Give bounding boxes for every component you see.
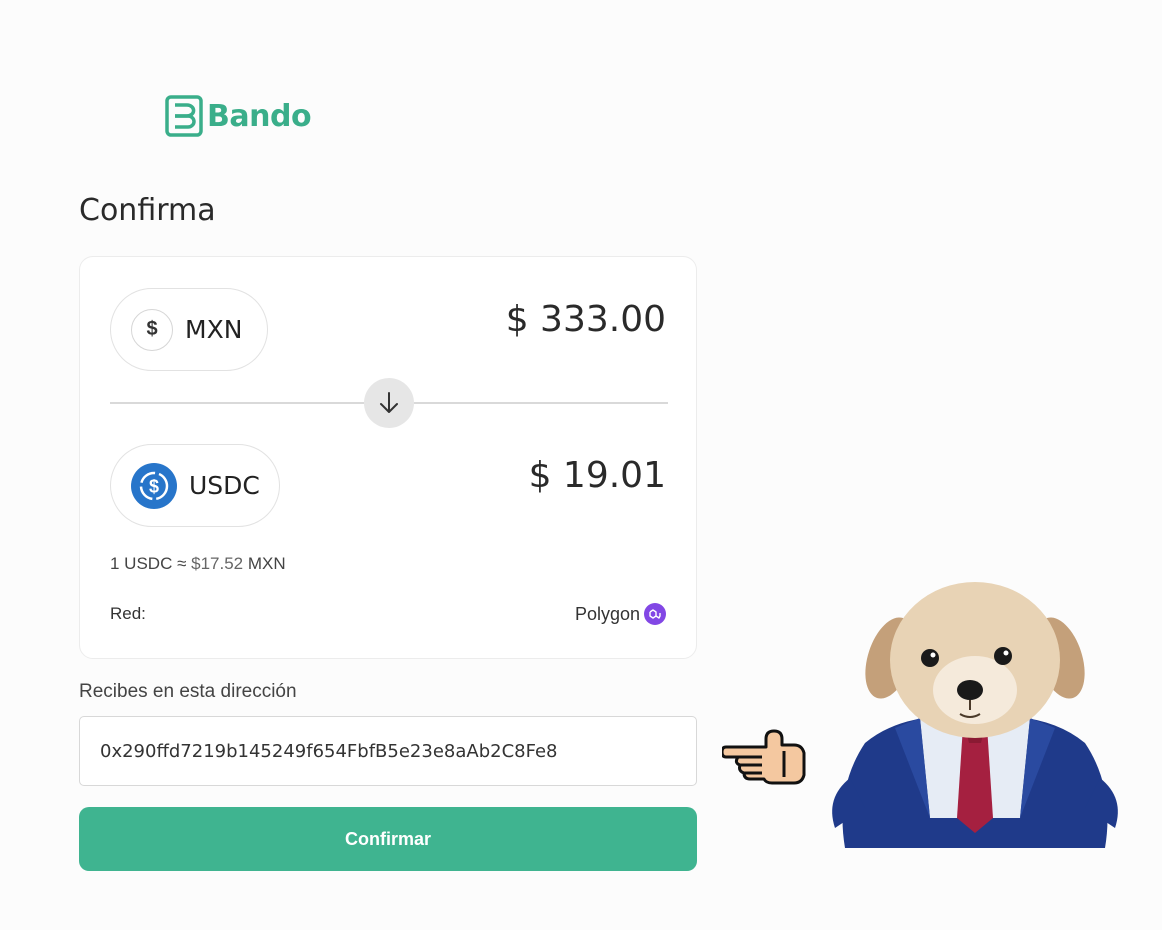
swap-button[interactable] [364, 378, 414, 428]
rate-prefix: 1 USDC ≈ [110, 554, 187, 573]
bando-logo[interactable]: Bando [165, 95, 312, 137]
rate-suffix: MXN [247, 554, 286, 573]
from-currency-code: MXN [185, 315, 243, 344]
network-label: Red: [110, 604, 146, 623]
network-value: Polygon [575, 603, 666, 625]
confirm-button[interactable]: Confirmar [79, 807, 697, 871]
exchange-rate: 1 USDC ≈ $17.52 MXN [110, 554, 286, 574]
dollar-icon: $ [131, 308, 173, 351]
dog-in-suit-image [832, 582, 1118, 848]
address-label: Recibes en esta dirección [79, 681, 297, 702]
to-amount: $ 19.01 [528, 455, 666, 496]
usdc-icon: $ [131, 462, 177, 509]
from-amount: $ 333.00 [505, 299, 666, 340]
polygon-icon [644, 603, 666, 625]
bando-logo-icon [165, 95, 203, 137]
from-currency-selector[interactable]: $ MXN [110, 288, 268, 371]
rate-value: $17.52 [191, 554, 244, 573]
svg-text:$: $ [149, 476, 159, 496]
arrow-down-icon [380, 392, 398, 413]
page: Bando Confirma $ MXN $ 333.00 $ USDC $ 1… [0, 0, 1162, 930]
to-currency-code: USDC [189, 471, 260, 500]
pointing-hand-icon [722, 729, 806, 785]
network-name: Polygon [574, 603, 640, 624]
conversion-card: $ MXN $ 333.00 $ USDC $ 19.01 1 USDC ≈ $… [79, 256, 697, 659]
bando-logo-text: Bando [207, 98, 312, 134]
address-input[interactable] [79, 716, 697, 786]
to-currency-selector[interactable]: $ USDC [110, 444, 280, 527]
page-title: Confirma [79, 193, 216, 228]
